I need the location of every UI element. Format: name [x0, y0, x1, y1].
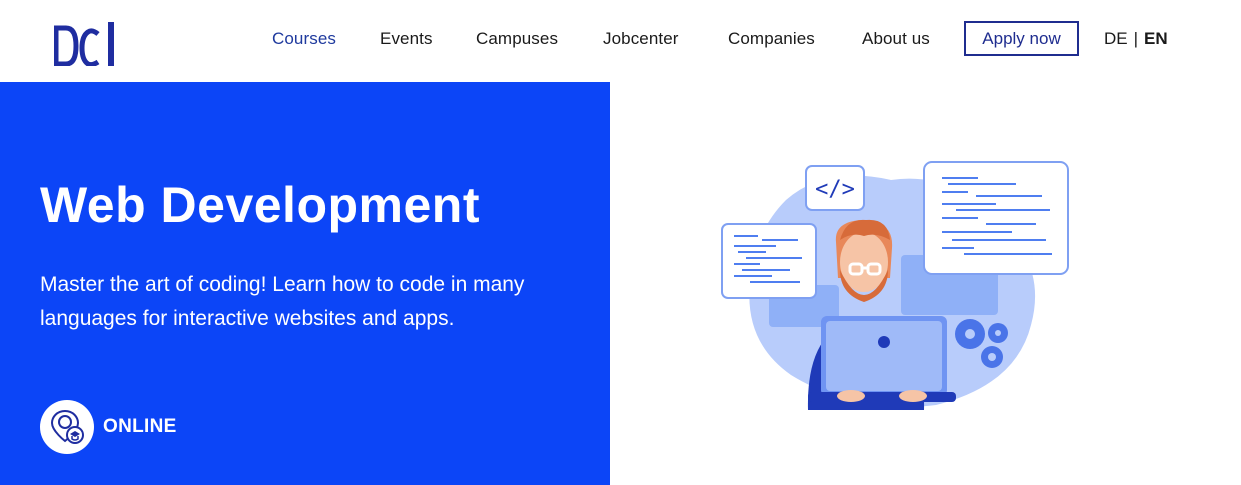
nav-events[interactable]: Events	[380, 29, 433, 49]
nav-campuses[interactable]: Campuses	[476, 29, 558, 49]
nav-jobcenter[interactable]: Jobcenter	[603, 29, 679, 49]
nav-about-us[interactable]: About us	[862, 29, 930, 49]
online-badge: ONLINE	[40, 400, 177, 454]
nav-companies[interactable]: Companies	[728, 29, 815, 49]
hero-panel: Web Development Master the art of coding…	[0, 82, 610, 485]
code-tag-text: </>	[815, 177, 855, 202]
hero-title: Web Development	[40, 177, 480, 233]
apply-now-button[interactable]: Apply now	[964, 21, 1079, 56]
hero-subtitle: Master the art of coding! Learn how to c…	[40, 273, 525, 330]
online-location-icon	[40, 400, 94, 454]
language-switcher: DE | EN	[1104, 29, 1168, 49]
online-badge-label: ONLINE	[103, 416, 177, 437]
lang-separator: |	[1133, 29, 1139, 48]
lang-en[interactable]: EN	[1144, 29, 1168, 48]
developer-illustration-icon: </>	[721, 161, 1069, 410]
nav-courses[interactable]: Courses	[272, 29, 336, 49]
site-header: Courses Events Campuses Jobcenter Compan…	[0, 0, 1241, 82]
lang-de[interactable]: DE	[1104, 29, 1128, 48]
